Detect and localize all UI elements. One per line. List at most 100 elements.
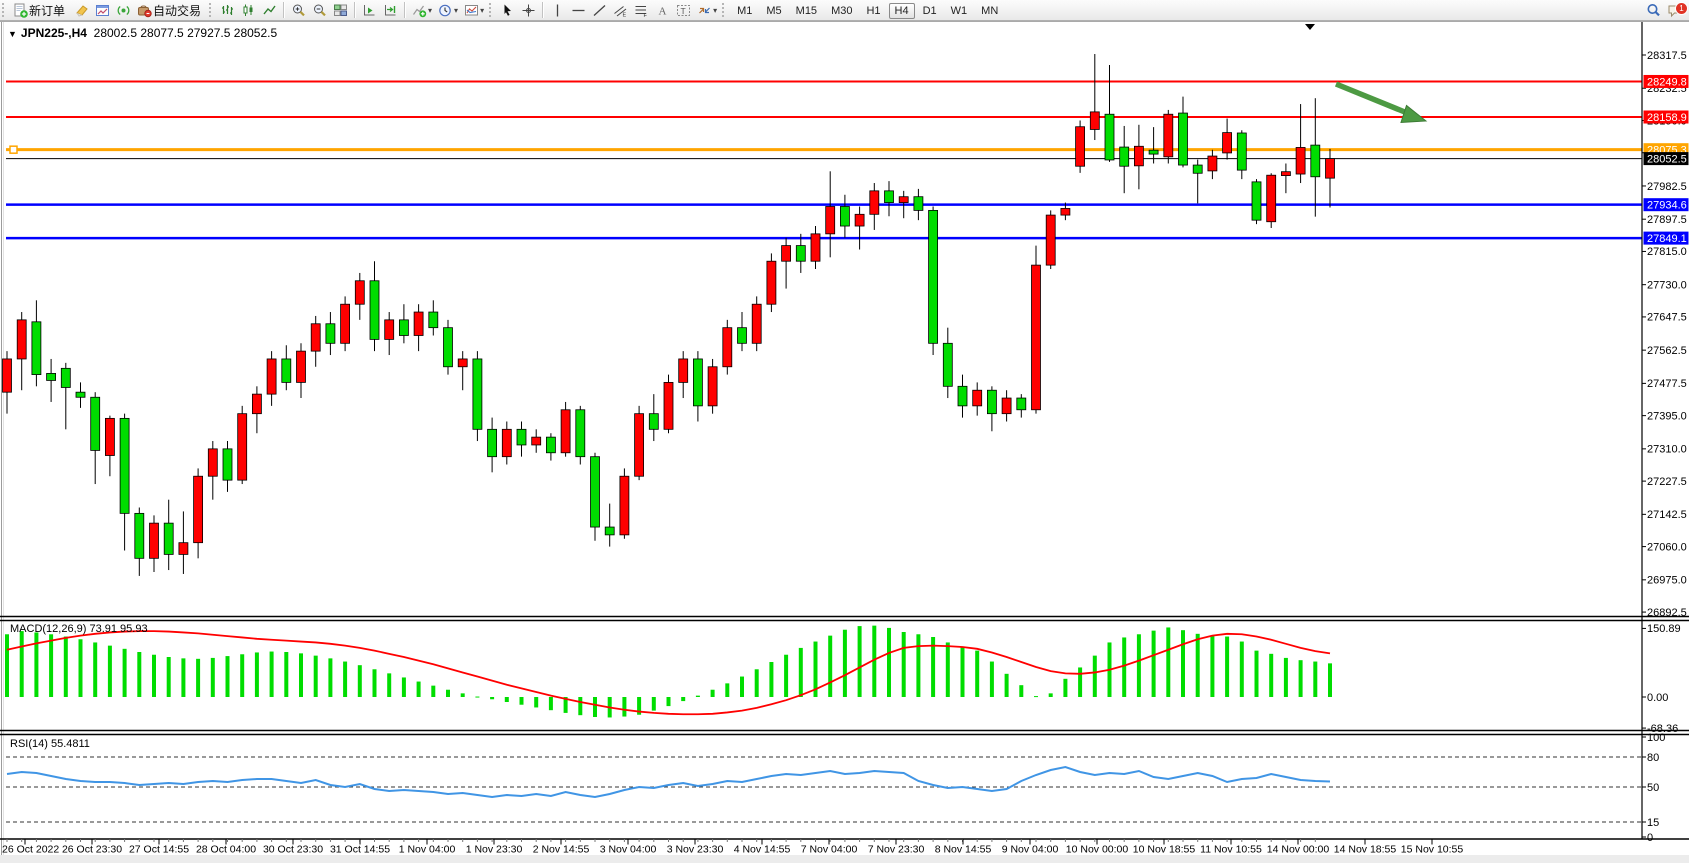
new-order-label: 新订单: [29, 2, 65, 19]
chart-shift-button[interactable]: [381, 1, 400, 19]
time-axis-label: 31 Oct 14:55: [330, 844, 390, 856]
macd-axis-label: 0.00: [1647, 692, 1668, 704]
templates-icon: [464, 3, 479, 18]
toolbar-separator: [542, 2, 544, 18]
time-axis-label: 1 Nov 23:30: [466, 844, 523, 856]
autotrading-button[interactable]: 自动交易: [135, 1, 206, 19]
price-tick-label: 27562.5: [1647, 345, 1687, 357]
price-tick-label: 27310.0: [1647, 444, 1687, 456]
toolbar-separator: [354, 2, 356, 18]
bar-chart-button[interactable]: [218, 1, 237, 19]
price-tick-label: 27647.5: [1647, 312, 1687, 324]
periods-button[interactable]: ▾: [436, 1, 460, 19]
channel-button[interactable]: E: [611, 1, 630, 19]
time-axis-label: 15 Nov 10:55: [1401, 844, 1464, 856]
time-axis-label: 2 Nov 14:55: [533, 844, 590, 856]
new-order-button[interactable]: 新订单: [11, 1, 70, 19]
fibonacci-icon: F: [634, 3, 649, 18]
horizontal-line-icon: [571, 3, 586, 18]
channel-icon: E: [613, 3, 628, 18]
chevron-down-icon: ▾: [428, 6, 432, 15]
timeframe-button-h4[interactable]: H4: [889, 3, 915, 19]
news-feed-button[interactable]: [114, 1, 133, 19]
timeframe-button-m5[interactable]: M5: [760, 3, 787, 19]
time-axis-label: 8 Nov 14:55: [935, 844, 992, 856]
candlestick-button[interactable]: [239, 1, 258, 19]
price-tick-label: 27815.0: [1647, 246, 1687, 258]
svg-text:27849.1: 27849.1: [1647, 233, 1687, 245]
time-axis-label: 7 Nov 23:30: [868, 844, 925, 856]
price-tick-label: 27982.5: [1647, 181, 1687, 193]
highlighter-icon: [74, 3, 89, 18]
trendline-icon: [592, 3, 607, 18]
time-axis-label: 30 Oct 23:30: [263, 844, 323, 856]
trendline-button[interactable]: [590, 1, 609, 19]
macd-axis-label: 150.89: [1647, 623, 1681, 635]
hline-handle[interactable]: [10, 146, 17, 153]
time-axis-label: 1 Nov 04:00: [399, 844, 456, 856]
chevron-down-icon: ▾: [454, 6, 458, 15]
news-feed-icon: [116, 3, 131, 18]
svg-text:A: A: [659, 5, 667, 17]
rsi-axis-label: 50: [1647, 782, 1659, 794]
price-label-box: 27849.1: [1644, 232, 1689, 245]
time-axis-label: 10 Nov 00:00: [1066, 844, 1129, 856]
crosshair-button[interactable]: [519, 1, 538, 19]
price-label-box: 28249.8: [1644, 75, 1689, 88]
zoom-in-button[interactable]: [289, 1, 308, 19]
timeframe-button-h1[interactable]: H1: [860, 3, 886, 19]
chart-symbol-period: JPN225-,H4: [21, 26, 87, 40]
text-icon: A: [655, 3, 670, 18]
tile-windows-button[interactable]: [331, 1, 350, 19]
chevron-down-icon: ▾: [480, 6, 484, 15]
label-icon: T: [676, 3, 691, 18]
rsi-indicator-label: RSI(14) 55.4811: [10, 738, 90, 750]
search-button[interactable]: [1644, 1, 1663, 19]
chat-button[interactable]: 1: [1665, 1, 1684, 19]
timeframe-button-m15[interactable]: M15: [790, 3, 823, 19]
macd-indicator-label: MACD(12,26,9) 73.91 95.93: [10, 623, 148, 635]
timeframe-button-m30[interactable]: M30: [825, 3, 858, 19]
vertical-line-button[interactable]: [548, 1, 567, 19]
time-axis-label: 3 Nov 04:00: [600, 844, 657, 856]
zoom-out-icon: [312, 3, 327, 18]
line-chart-button[interactable]: [260, 1, 279, 19]
price-tick-label: 28317.5: [1647, 50, 1687, 62]
timeframe-button-d1[interactable]: D1: [917, 3, 943, 19]
templates-button[interactable]: ▾: [462, 1, 486, 19]
text-button[interactable]: A: [653, 1, 672, 19]
horizontal-line-button[interactable]: [569, 1, 588, 19]
fibonacci-button[interactable]: F: [632, 1, 651, 19]
candlestick-icon: [241, 3, 256, 18]
price-tick-label: 26975.0: [1647, 575, 1687, 587]
timeframe-group: M1M5M15M30H1H4D1W1MN: [730, 1, 1005, 19]
price-tick-label: 27897.5: [1647, 214, 1687, 226]
auto-scroll-button[interactable]: [360, 1, 379, 19]
chart-window-icon: [95, 3, 110, 18]
price-label-box: 27934.6: [1644, 198, 1689, 211]
indicators-button[interactable]: ▾: [410, 1, 434, 19]
timeframe-button-m1[interactable]: M1: [731, 3, 758, 19]
new-chart-button[interactable]: [93, 1, 112, 19]
periods-icon: [438, 3, 453, 18]
svg-text:28052.5: 28052.5: [1647, 153, 1687, 165]
autotrading-icon: [137, 3, 152, 18]
rsi-axis-label: 100: [1647, 732, 1665, 744]
svg-text:E: E: [623, 12, 627, 18]
cursor-button[interactable]: [498, 1, 517, 19]
chart-plot-area[interactable]: 28317.528232.528150.028067.527982.527897…: [0, 0, 1689, 863]
arrows-icon: [697, 3, 712, 18]
time-axis-label: 10 Nov 18:55: [1133, 844, 1196, 856]
highlighter-button[interactable]: [72, 1, 91, 19]
svg-text:28158.9: 28158.9: [1647, 112, 1687, 124]
arrows-button[interactable]: ▾: [695, 1, 719, 19]
chart-title[interactable]: ▼JPN225-,H4 28002.5 28077.5 27927.5 2805…: [8, 26, 277, 40]
zoom-out-button[interactable]: [310, 1, 329, 19]
label-button[interactable]: T: [674, 1, 693, 19]
timeframe-button-w1[interactable]: W1: [945, 3, 974, 19]
vertical-line-icon: [550, 3, 565, 18]
timeframe-button-mn[interactable]: MN: [975, 3, 1004, 19]
notification-badge: 1: [1675, 2, 1688, 15]
zoom-in-icon: [291, 3, 306, 18]
time-axis-label: 28 Oct 04:00: [196, 844, 256, 856]
